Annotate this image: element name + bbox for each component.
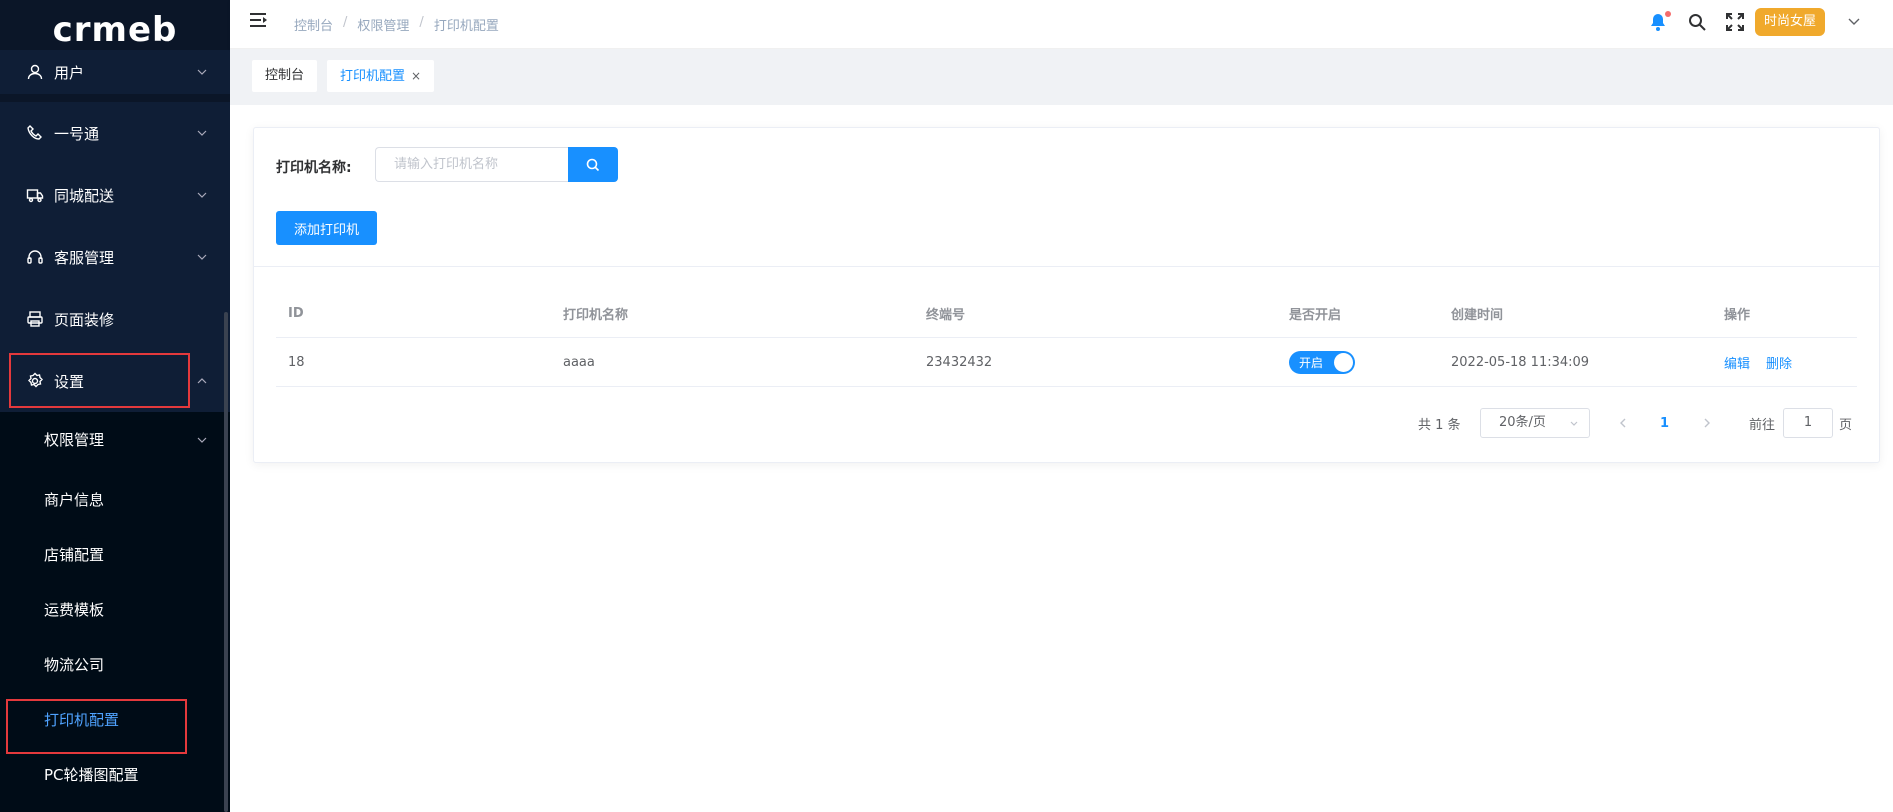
- tab-printer-config[interactable]: 打印机配置 ×: [327, 60, 435, 92]
- chevron-down-icon: [1570, 421, 1578, 426]
- edit-link[interactable]: 编辑: [1724, 353, 1750, 372]
- search-button[interactable]: [568, 147, 618, 182]
- sidebar-subitem-shipping-template[interactable]: 运费模板: [0, 582, 230, 637]
- sidebar-subitem-label: 商户信息: [44, 491, 105, 509]
- next-page-icon[interactable]: [1701, 417, 1713, 429]
- divider: [254, 266, 1879, 267]
- cell-terminal: 23432432: [926, 354, 993, 370]
- chevron-down-icon[interactable]: [1847, 16, 1861, 28]
- sidebar-subitem-label: PC轮播图配置: [44, 766, 139, 784]
- tabs-bar: 控制台 打印机配置 ×: [230, 49, 1893, 105]
- sidebar-subitem-label: 权限管理: [44, 431, 105, 449]
- sidebar-item-user[interactable]: 用户: [0, 50, 230, 94]
- breadcrumb-item[interactable]: 控制台: [294, 15, 333, 34]
- truck-icon: [26, 186, 44, 204]
- page-size-value: 20条/页: [1499, 415, 1546, 430]
- pagination-total: 共 1 条: [1418, 417, 1461, 433]
- sidebar-item-yihaotong[interactable]: 一号通: [0, 102, 230, 164]
- goto-page-input[interactable]: 1: [1783, 408, 1833, 438]
- column-header-created: 创建时间: [1451, 308, 1504, 323]
- sidebar-subitem-label: 物流公司: [44, 656, 105, 674]
- printer-name-search-input[interactable]: [375, 147, 569, 182]
- menu-collapse-icon[interactable]: [250, 12, 268, 28]
- page-unit-label: 页: [1839, 417, 1853, 433]
- cell-name: aaaa: [563, 354, 595, 370]
- tab-dashboard[interactable]: 控制台: [252, 60, 318, 92]
- fullscreen-icon[interactable]: [1725, 12, 1745, 32]
- chevron-down-icon: [197, 192, 207, 198]
- goto-label: 前往: [1749, 417, 1776, 433]
- headset-icon: [26, 248, 44, 266]
- top-header: 控制台 / 权限管理 / 打印机配置 时尚女屋: [230, 0, 1893, 49]
- sidebar-item-label: 用户: [54, 63, 85, 82]
- sidebar-subitem-pc-carousel[interactable]: PC轮播图配置: [0, 747, 230, 802]
- sidebar-subitem-label: 店铺配置: [44, 546, 105, 564]
- close-icon[interactable]: ×: [411, 69, 421, 83]
- sidebar-item-label: 客服管理: [54, 248, 115, 267]
- search-label: 打印机名称:: [276, 160, 352, 176]
- sidebar-item-delivery[interactable]: 同城配送: [0, 164, 230, 226]
- toggle-knob: [1334, 352, 1353, 372]
- sidebar-subitem-label: 运费模板: [44, 601, 105, 619]
- delete-link[interactable]: 删除: [1766, 353, 1792, 372]
- column-header-terminal: 终端号: [926, 308, 966, 323]
- notification-dot: [1665, 11, 1671, 17]
- search-icon[interactable]: [1687, 12, 1707, 32]
- cell-id: 18: [288, 354, 305, 370]
- table-row: 18 aaaa 23432432 开启 2022-05-18 11:34:09 …: [276, 338, 1857, 387]
- chevron-down-icon: [197, 437, 207, 443]
- breadcrumb: 控制台 / 权限管理 / 打印机配置: [294, 15, 499, 34]
- sidebar-item-label: 一号通: [54, 124, 100, 143]
- column-header-enabled: 是否开启: [1289, 308, 1342, 323]
- page-size-select[interactable]: 20条/页: [1480, 408, 1590, 438]
- breadcrumb-separator: /: [343, 15, 348, 30]
- sidebar-item-label: 页面装修: [54, 310, 115, 329]
- breadcrumb-item-current: 打印机配置: [433, 19, 499, 34]
- chevron-down-icon: [197, 69, 207, 75]
- user-icon: [26, 63, 44, 81]
- printer-page-icon: [26, 310, 44, 328]
- cell-actions: 编辑 删除: [1724, 338, 1808, 386]
- sidebar-subitem-logistics[interactable]: 物流公司: [0, 637, 230, 692]
- breadcrumb-separator: /: [419, 15, 424, 30]
- user-avatar-badge[interactable]: 时尚女屋: [1755, 8, 1826, 36]
- table-header-row: ID 打印机名称 终端号 是否开启 创建时间 操作: [276, 290, 1857, 338]
- chevron-down-icon: [197, 130, 207, 136]
- cell-enabled: 开启: [1289, 338, 1355, 386]
- page-number-current[interactable]: 1: [1660, 408, 1669, 438]
- sidebar-subitem-permissions[interactable]: 权限管理: [0, 412, 230, 467]
- tab-label: 控制台: [265, 68, 305, 83]
- highlight-box-printer-config: [6, 699, 187, 754]
- sidebar-item-label: 同城配送: [54, 186, 115, 205]
- printer-table: ID 打印机名称 终端号 是否开启 创建时间 操作 18 aaaa 234324…: [276, 290, 1857, 387]
- breadcrumb-item[interactable]: 权限管理: [357, 15, 409, 34]
- phone-icon: [26, 124, 44, 142]
- highlight-box-settings: [9, 353, 190, 408]
- tab-label: 打印机配置: [340, 69, 406, 84]
- chevron-down-icon: [197, 254, 207, 260]
- sidebar-scrollbar[interactable]: [224, 312, 228, 812]
- search-icon: [586, 158, 600, 171]
- sidebar-item-page-decoration[interactable]: 页面装修: [0, 288, 230, 350]
- enabled-toggle-switch[interactable]: 开启: [1289, 350, 1355, 374]
- prev-page-icon[interactable]: [1617, 417, 1629, 429]
- add-printer-button[interactable]: 添加打印机: [276, 211, 377, 245]
- column-header-name: 打印机名称: [563, 308, 629, 323]
- sidebar-subitem-store-config[interactable]: 店铺配置: [0, 527, 230, 582]
- sidebar-item-customer-service[interactable]: 客服管理: [0, 226, 230, 288]
- column-header-id: ID: [288, 306, 304, 321]
- column-header-actions: 操作: [1724, 308, 1751, 323]
- cell-created: 2022-05-18 11:34:09: [1451, 354, 1590, 370]
- toggle-label: 开启: [1299, 355, 1324, 370]
- chevron-up-icon: [197, 378, 207, 384]
- sidebar-subitem-merchant-info[interactable]: 商户信息: [0, 472, 230, 527]
